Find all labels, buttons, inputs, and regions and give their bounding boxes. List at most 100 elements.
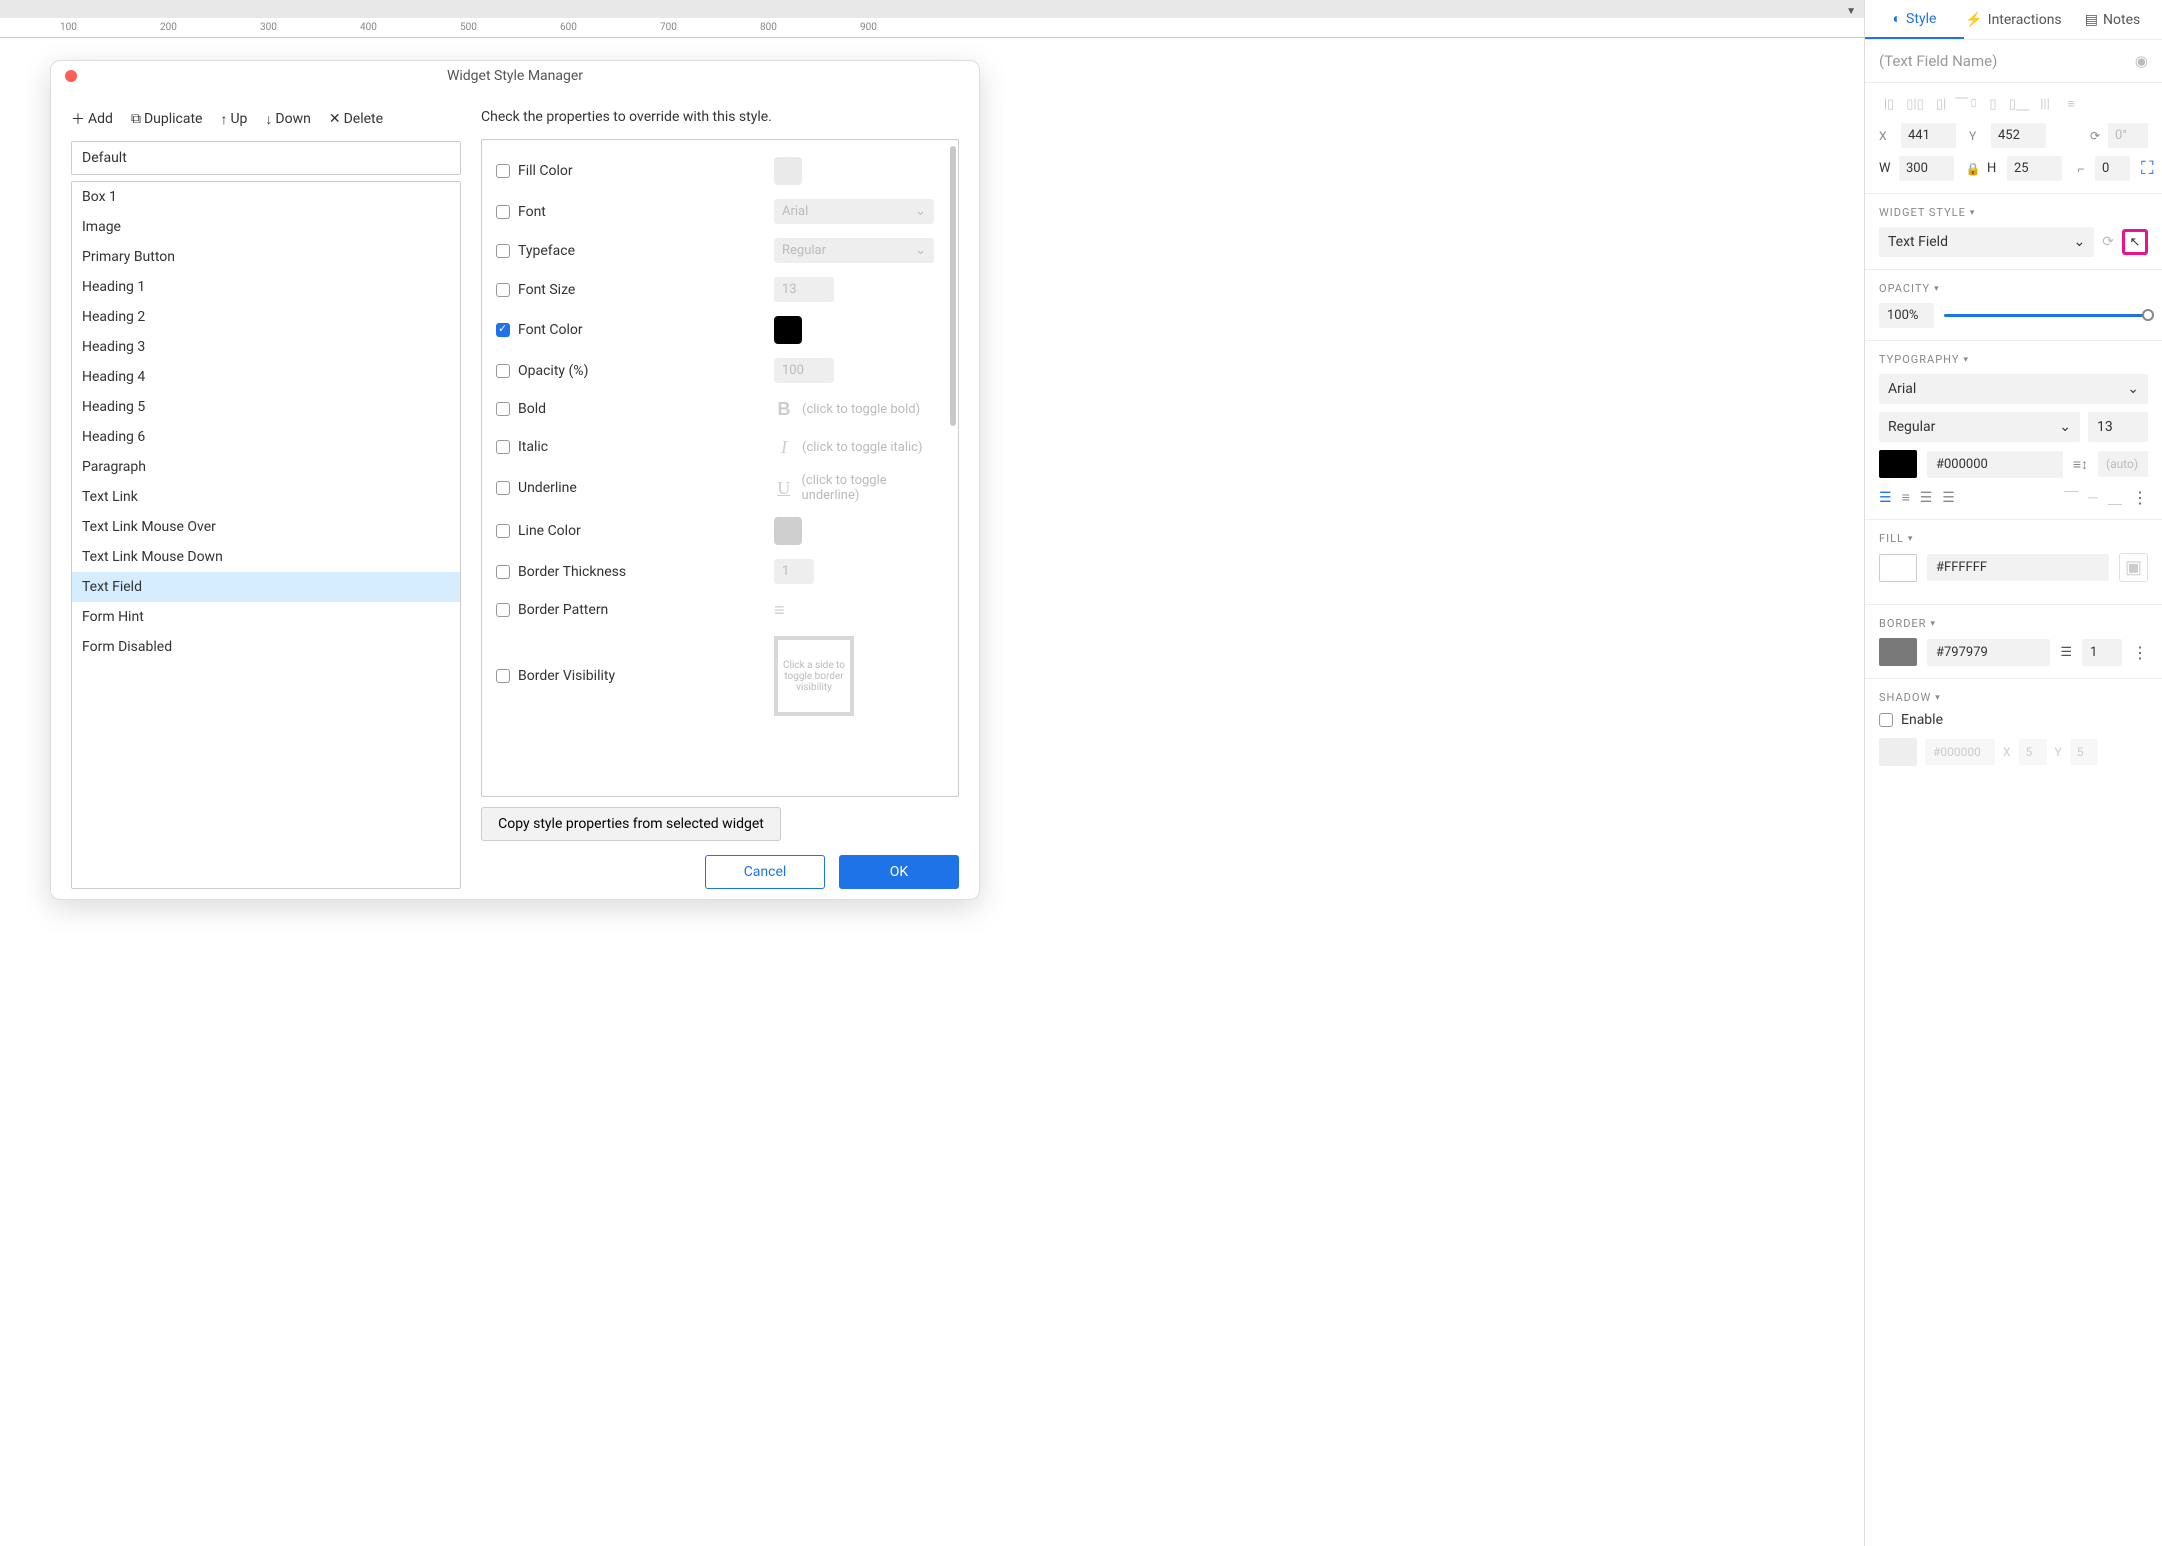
align-top-icon[interactable]: ⎺▯: [1957, 95, 1977, 113]
image-fill-icon[interactable]: ▣: [2119, 553, 2148, 582]
shadow-hex[interactable]: #000000: [1925, 739, 1995, 765]
shadow-y-input[interactable]: 5: [2070, 739, 2098, 765]
border-thickness-input[interactable]: 1: [774, 559, 814, 584]
typeface-select[interactable]: Regular⌄: [774, 238, 934, 263]
typography-title[interactable]: TYPOGRAPHY: [1879, 353, 2148, 366]
lock-icon[interactable]: 🔒: [1965, 162, 1981, 176]
style-item-heading2[interactable]: Heading 2: [72, 302, 460, 332]
dialog-titlebar[interactable]: Widget Style Manager: [51, 61, 979, 91]
style-item-text-link[interactable]: Text Link: [72, 482, 460, 512]
copy-properties-button[interactable]: Copy style properties from selected widg…: [481, 807, 781, 841]
text-color-hex[interactable]: #000000: [1927, 451, 2063, 478]
style-item-primary-button[interactable]: Primary Button: [72, 242, 460, 272]
border-visibility-checkbox[interactable]: [496, 669, 510, 683]
shadow-title[interactable]: SHADOW: [1879, 691, 2148, 704]
font-color-checkbox[interactable]: [496, 323, 510, 337]
italic-checkbox[interactable]: [496, 440, 510, 454]
typeface-checkbox[interactable]: [496, 244, 510, 258]
shadow-swatch[interactable]: [1879, 738, 1917, 766]
widget-name-input[interactable]: (Text Field Name): [1879, 52, 1997, 70]
bold-checkbox[interactable]: [496, 402, 510, 416]
cancel-button[interactable]: Cancel: [705, 855, 825, 889]
align-middle-icon[interactable]: ▯: [1983, 95, 2003, 113]
text-align-left-icon[interactable]: ☰: [1879, 490, 1892, 506]
opacity-checkbox[interactable]: [496, 364, 510, 378]
style-item-form-hint[interactable]: Form Hint: [72, 602, 460, 632]
border-pattern-icon[interactable]: ≡: [774, 600, 785, 621]
text-align-center-icon[interactable]: ≡: [1902, 489, 1910, 506]
border-pattern-checkbox[interactable]: [496, 603, 510, 617]
duplicate-button[interactable]: ⧉Duplicate: [131, 109, 203, 129]
style-item-heading6[interactable]: Heading 6: [72, 422, 460, 452]
valign-middle-icon[interactable]: ─: [2088, 489, 2098, 506]
y-input[interactable]: 452: [1991, 123, 2046, 148]
opacity-slider[interactable]: [1944, 314, 2148, 317]
distribute-v-icon[interactable]: ≡: [2061, 95, 2081, 113]
font-size-input[interactable]: 13: [774, 277, 834, 302]
style-list[interactable]: Box 1 Image Primary Button Heading 1 Hea…: [71, 181, 461, 889]
style-item-form-disabled[interactable]: Form Disabled: [72, 632, 460, 662]
fill-swatch[interactable]: [1879, 554, 1917, 582]
align-left-icon[interactable]: |▯: [1879, 95, 1899, 113]
line-color-checkbox[interactable]: [496, 524, 510, 538]
style-item-box1[interactable]: Box 1: [72, 182, 460, 212]
add-button[interactable]: ＋Add: [71, 109, 113, 129]
style-item-paragraph[interactable]: Paragraph: [72, 452, 460, 482]
border-thickness-checkbox[interactable]: [496, 565, 510, 579]
opacity-value-input[interactable]: 100%: [1879, 303, 1934, 328]
border-title[interactable]: BORDER: [1879, 617, 2148, 630]
font-select[interactable]: Arial⌄: [774, 199, 934, 224]
underline-checkbox[interactable]: [496, 481, 510, 495]
valign-top-icon[interactable]: ⎺: [2064, 490, 2078, 506]
text-color-swatch[interactable]: [1879, 450, 1917, 478]
border-style-icon[interactable]: ☰: [2060, 645, 2072, 660]
widget-style-title[interactable]: WIDGET STYLE: [1879, 206, 2148, 219]
bold-toggle[interactable]: B(click to toggle bold): [774, 399, 944, 420]
slider-thumb-icon[interactable]: [2142, 309, 2154, 321]
typography-more-icon[interactable]: ⋮: [2132, 488, 2148, 507]
scrollbar-icon[interactable]: [950, 146, 956, 426]
opacity-input[interactable]: 100: [774, 358, 834, 383]
text-align-justify-icon[interactable]: ☰: [1942, 490, 1955, 506]
border-hex[interactable]: #797979: [1927, 639, 2050, 666]
italic-toggle[interactable]: I(click to toggle italic): [774, 437, 944, 458]
fill-hex[interactable]: #FFFFFF: [1927, 554, 2109, 581]
style-item-heading5[interactable]: Heading 5: [72, 392, 460, 422]
align-center-h-icon[interactable]: ▯|▯: [1905, 95, 1925, 113]
font-size-input-inspector[interactable]: 13: [2088, 412, 2148, 442]
valign-bottom-icon[interactable]: ⎽: [2108, 490, 2122, 506]
focus-icon[interactable]: ⛶: [2141, 158, 2162, 179]
tab-notes[interactable]: ▤Notes: [2063, 0, 2162, 39]
radius-input[interactable]: 0: [2095, 156, 2130, 181]
width-input[interactable]: 300: [1899, 156, 1954, 181]
distribute-h-icon[interactable]: |||: [2035, 95, 2055, 113]
border-visibility-toggle[interactable]: Click a side to toggle border visibility: [774, 636, 854, 716]
font-color-swatch[interactable]: [774, 316, 802, 344]
ok-button[interactable]: OK: [839, 855, 959, 889]
underline-toggle[interactable]: U(click to toggle underline): [774, 473, 944, 503]
style-item-text-field[interactable]: Text Field: [72, 572, 460, 602]
style-item-image[interactable]: Image: [72, 212, 460, 242]
font-weight-select[interactable]: Regular⌄: [1879, 412, 2080, 442]
style-item-heading3[interactable]: Heading 3: [72, 332, 460, 362]
close-icon[interactable]: [65, 70, 77, 82]
dropdown-icon[interactable]: ▼: [1846, 6, 1856, 17]
widget-style-select[interactable]: Text Field⌄: [1879, 227, 2094, 257]
style-item-text-link-mouseover[interactable]: Text Link Mouse Over: [72, 512, 460, 542]
style-item-heading4[interactable]: Heading 4: [72, 362, 460, 392]
font-family-select[interactable]: Arial⌄: [1879, 374, 2148, 404]
x-input[interactable]: 441: [1901, 123, 1956, 148]
line-color-swatch[interactable]: [774, 517, 802, 545]
rotation-input[interactable]: 0°: [2108, 123, 2148, 148]
tab-style[interactable]: ◐Style: [1865, 0, 1964, 39]
border-swatch[interactable]: [1879, 638, 1917, 666]
font-size-checkbox[interactable]: [496, 283, 510, 297]
delete-button[interactable]: ✕Delete: [329, 109, 383, 129]
fill-color-checkbox[interactable]: [496, 164, 510, 178]
align-right-icon[interactable]: ▯|: [1931, 95, 1951, 113]
border-width-input[interactable]: 1: [2082, 639, 2122, 666]
line-height-input[interactable]: (auto): [2098, 451, 2148, 477]
align-bottom-icon[interactable]: ▯⎽: [2009, 95, 2029, 113]
manage-styles-button[interactable]: ↖: [2122, 229, 2148, 255]
visibility-icon[interactable]: ◉: [2135, 52, 2148, 70]
